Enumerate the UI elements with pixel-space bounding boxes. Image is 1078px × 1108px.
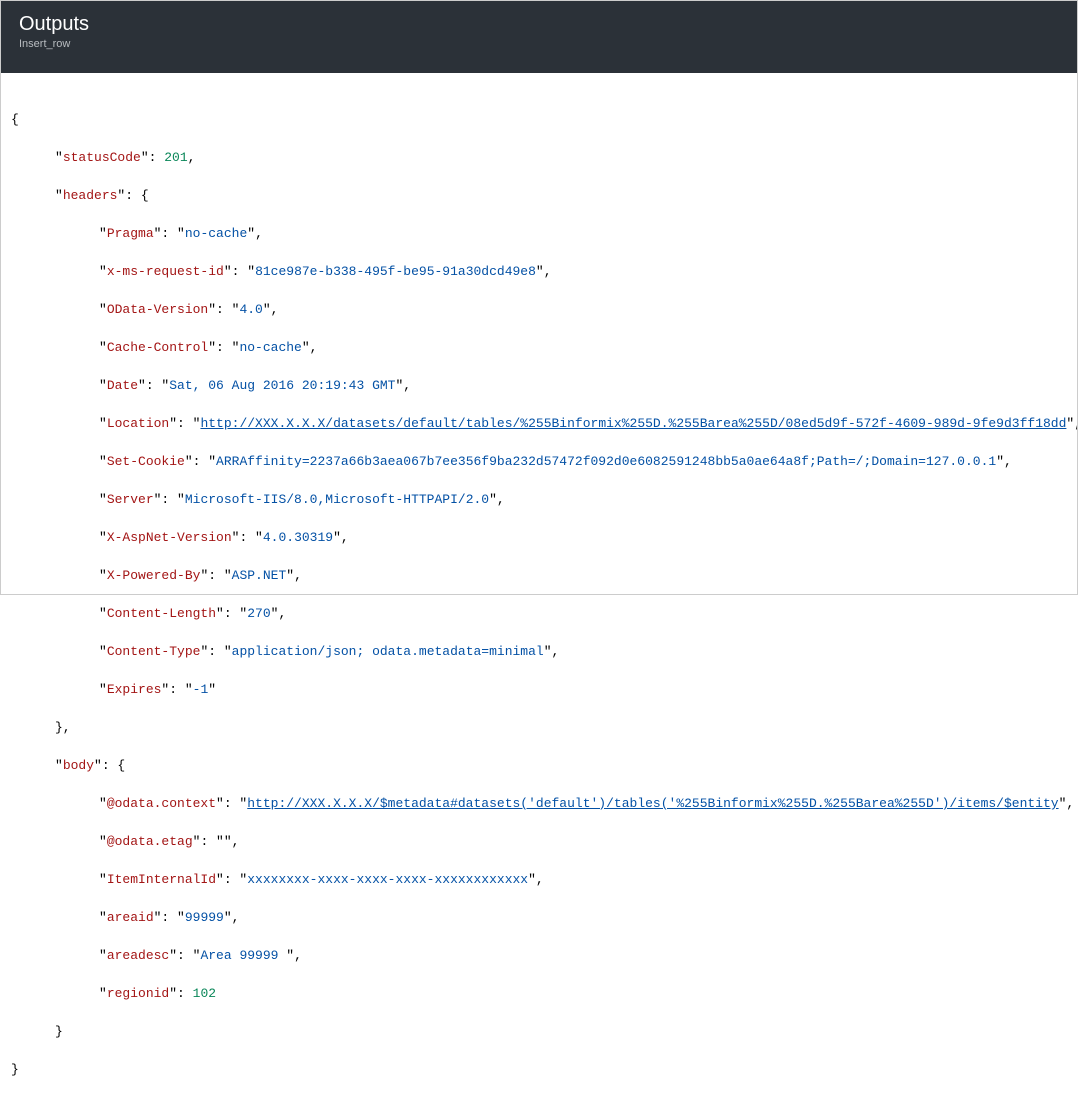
json-key: OData-Version <box>107 302 208 317</box>
panel-subtitle: Insert_row <box>19 37 1059 51</box>
json-key: Pragma <box>107 226 154 241</box>
json-value: 99999 <box>185 910 224 925</box>
json-key: Cache-Control <box>107 340 208 355</box>
json-key: statusCode <box>63 150 141 165</box>
json-key: @odata.context <box>107 796 216 811</box>
json-key: areaid <box>107 910 154 925</box>
json-value: Area 99999 <box>200 948 286 963</box>
json-value: ASP.NET <box>232 568 287 583</box>
json-key: Date <box>107 378 138 393</box>
json-value: 270 <box>247 606 270 621</box>
json-value: no-cache <box>239 340 301 355</box>
json-value: 201 <box>164 150 187 165</box>
json-value: 4.0.30319 <box>263 530 333 545</box>
json-value: application/json; odata.metadata=minimal <box>232 644 544 659</box>
json-key: Set-Cookie <box>107 454 185 469</box>
panel-title: Outputs <box>19 11 1059 37</box>
json-value: Sat, 06 Aug 2016 20:19:43 GMT <box>169 378 395 393</box>
json-value: 102 <box>193 986 216 1001</box>
json-key: x-ms-request-id <box>107 264 224 279</box>
json-value: xxxxxxxx-xxxx-xxxx-xxxx-xxxxxxxxxxxx <box>247 872 528 887</box>
json-key: X-AspNet-Version <box>107 530 232 545</box>
json-link[interactable]: http://XXX.X.X.X/datasets/default/tables… <box>200 416 1066 431</box>
json-value: 4.0 <box>239 302 262 317</box>
json-key: Location <box>107 416 169 431</box>
json-value: 81ce987e-b338-495f-be95-91a30dcd49e8 <box>255 264 536 279</box>
json-key: Server <box>107 492 154 507</box>
json-key: X-Powered-By <box>107 568 201 583</box>
json-key: @odata.etag <box>107 834 193 849</box>
json-value: ARRAffinity=2237a66b3aea067b7ee356f9ba23… <box>216 454 996 469</box>
json-output: { "statusCode": 201, "headers": { "Pragm… <box>1 73 1077 1108</box>
json-key: areadesc <box>107 948 169 963</box>
json-key: Expires <box>107 682 162 697</box>
json-key: regionid <box>107 986 169 1001</box>
json-key: Content-Type <box>107 644 201 659</box>
json-value: Microsoft-IIS/8.0,Microsoft-HTTPAPI/2.0 <box>185 492 489 507</box>
json-key: Content-Length <box>107 606 216 621</box>
json-value: no-cache <box>185 226 247 241</box>
json-key: headers <box>63 188 118 203</box>
json-link[interactable]: http://XXX.X.X.X/$metadata#datasets('def… <box>247 796 1058 811</box>
panel-header: Outputs Insert_row <box>1 1 1077 73</box>
json-key: ItemInternalId <box>107 872 216 887</box>
json-key: body <box>63 758 94 773</box>
json-value: -1 <box>193 682 209 697</box>
